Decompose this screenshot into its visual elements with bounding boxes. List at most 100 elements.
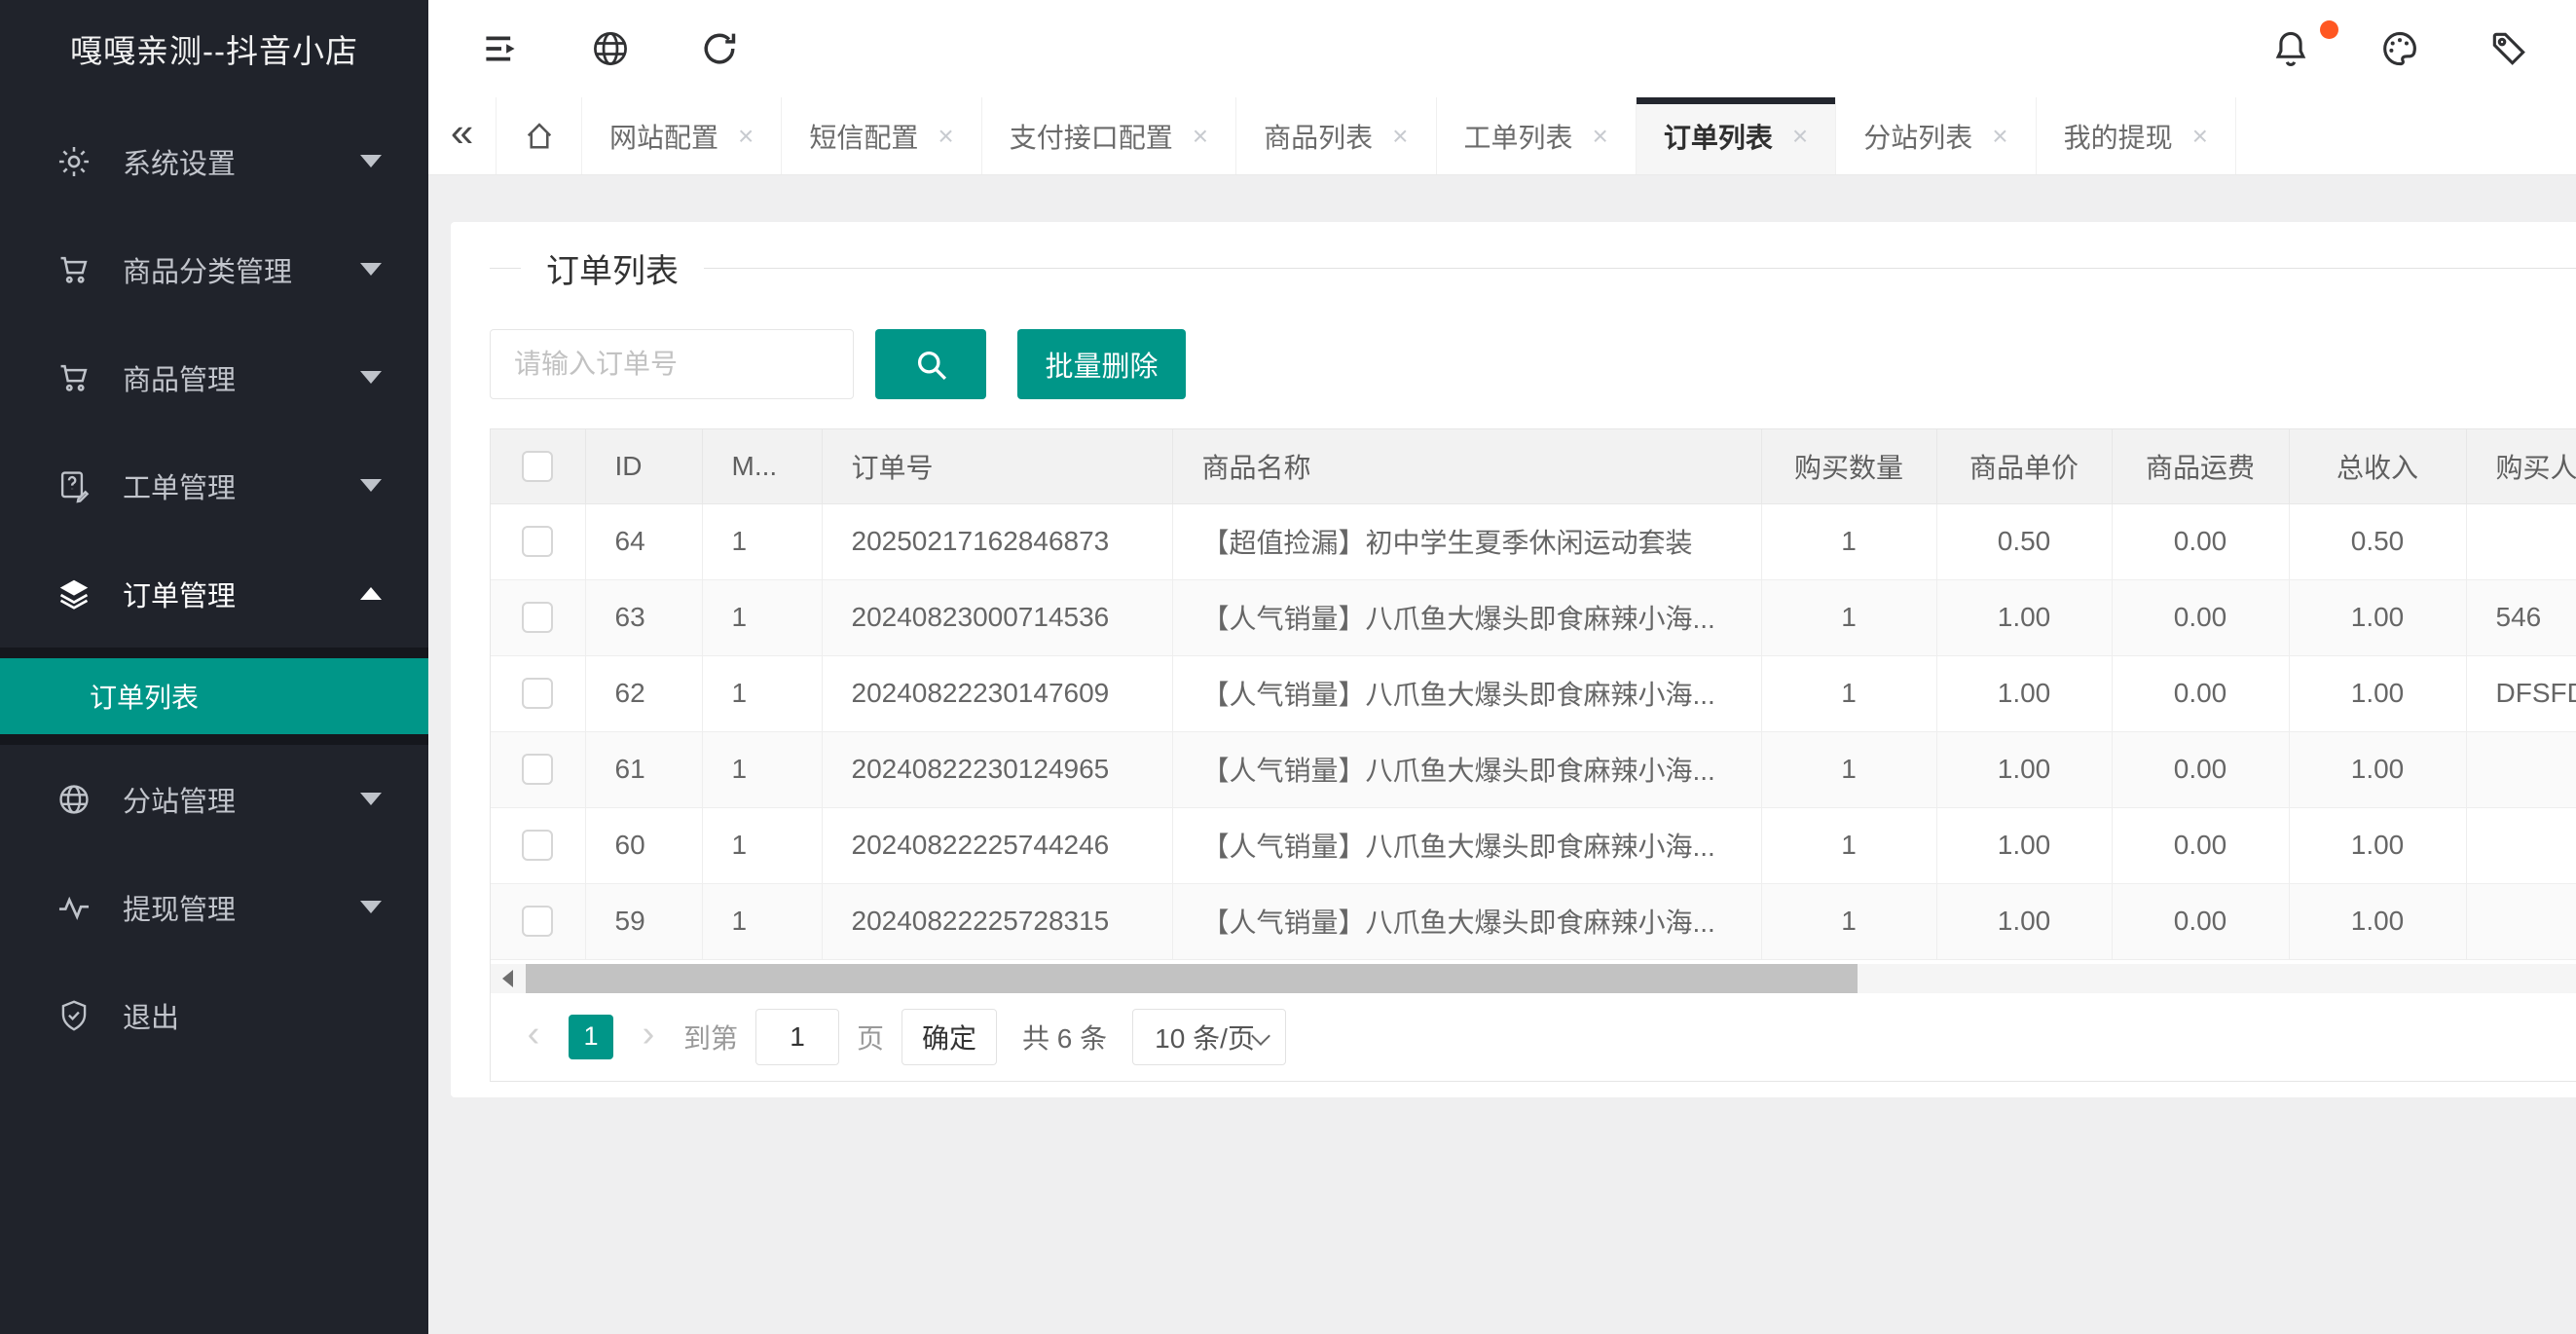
search-button[interactable] <box>875 329 986 399</box>
header-m: M... <box>702 429 822 503</box>
tabs-collapse-button[interactable]: « <box>428 97 497 174</box>
close-icon[interactable]: × <box>1992 123 2007 150</box>
chevron-down-icon <box>360 371 382 384</box>
row-checkbox[interactable] <box>522 526 553 557</box>
table-header-row: ID M... 订单号 商品名称 购买数量 商品单价 商品运费 总收入 购买人 <box>491 429 2576 503</box>
current-page-button[interactable]: 1 <box>569 1015 613 1059</box>
chevron-down-icon <box>360 155 382 167</box>
cell-m: 1 <box>702 883 822 959</box>
tab-product-list[interactable]: 商品列表 × <box>1236 97 1436 174</box>
cell-order-no: 20240822225728315 <box>822 883 1172 959</box>
order-table-container: ID M... 订单号 商品名称 购买数量 商品单价 商品运费 总收入 购买人 <box>490 428 2576 1082</box>
cell-product: 【人气销量】八爪鱼大爆头即食麻辣小海... <box>1172 883 1761 959</box>
notifications-bell-icon[interactable] <box>2268 26 2313 71</box>
theme-palette-icon[interactable] <box>2377 26 2422 71</box>
collapse-menu-icon[interactable] <box>479 26 524 71</box>
pulse-icon <box>55 888 93 927</box>
cell-id: 60 <box>585 807 702 883</box>
row-checkbox[interactable] <box>522 678 553 709</box>
page-size-select[interactable]: 10 条/页 <box>1132 1009 1286 1065</box>
tabbar: « 网站配置 × 短信配置 × 支付接口配置 × 商品列表 × 工单列表 × 订… <box>428 97 2576 175</box>
table-row: 61 1 20240822230124965 【人气销量】八爪鱼大爆头即食麻辣小… <box>491 731 2576 807</box>
row-checkbox[interactable] <box>522 754 553 785</box>
scroll-left-arrow[interactable] <box>491 964 524 993</box>
chevron-up-icon <box>360 587 382 600</box>
cell-id: 61 <box>585 731 702 807</box>
toolbar: 批量删除 <box>490 329 2576 399</box>
batch-delete-button[interactable]: 批量删除 <box>1017 329 1186 399</box>
cell-qty: 1 <box>1761 807 1936 883</box>
cell-income: 0.50 <box>2289 503 2466 579</box>
shield-check-icon <box>55 996 93 1035</box>
cell-qty: 1 <box>1761 655 1936 731</box>
table-row: 63 1 20240823000714536 【人气销量】八爪鱼大爆头即食麻辣小… <box>491 579 2576 655</box>
header-id: ID <box>585 429 702 503</box>
close-icon[interactable]: × <box>1593 123 1608 150</box>
close-icon[interactable]: × <box>1392 123 1408 150</box>
layers-icon <box>55 574 93 613</box>
cell-income: 1.00 <box>2289 579 2466 655</box>
cell-shipping: 0.00 <box>2112 807 2289 883</box>
cell-buyer <box>2466 731 2576 807</box>
sidebar-item-product-category[interactable]: 商品分类管理 <box>0 215 428 323</box>
scrollbar-thumb[interactable] <box>526 964 1858 993</box>
sidebar-item-withdrawal-management[interactable]: 提现管理 <box>0 853 428 961</box>
language-globe-icon[interactable] <box>588 26 633 71</box>
cell-qty: 1 <box>1761 883 1936 959</box>
select-all-checkbox[interactable] <box>522 451 553 482</box>
tab-sms-config[interactable]: 短信配置 × <box>782 97 981 174</box>
cell-m: 1 <box>702 579 822 655</box>
sidebar-item-order-management[interactable]: 订单管理 <box>0 539 428 648</box>
tab-home[interactable] <box>497 97 582 174</box>
cell-qty: 1 <box>1761 503 1936 579</box>
tag-icon[interactable] <box>2486 26 2531 71</box>
tab-website-config[interactable]: 网站配置 × <box>582 97 782 174</box>
refresh-icon[interactable] <box>697 26 742 71</box>
row-checkbox[interactable] <box>522 906 553 937</box>
close-icon[interactable]: × <box>2192 123 2208 150</box>
row-checkbox[interactable] <box>522 830 553 861</box>
cart-icon <box>55 358 93 397</box>
close-icon[interactable]: × <box>938 123 953 150</box>
close-icon[interactable]: × <box>1792 123 1808 150</box>
tab-my-withdrawals[interactable]: 我的提现 × <box>2037 97 2236 174</box>
confirm-page-button[interactable]: 确定 <box>902 1009 997 1065</box>
cell-buyer: DFSFDC <box>2466 655 2576 731</box>
tab-order-list[interactable]: 订单列表 × <box>1637 97 1836 174</box>
tab-payment-config[interactable]: 支付接口配置 × <box>982 97 1236 174</box>
cell-m: 1 <box>702 731 822 807</box>
cell-income: 1.00 <box>2289 807 2466 883</box>
sidebar-item-logout[interactable]: 退出 <box>0 961 428 1069</box>
row-checkbox[interactable] <box>522 602 553 633</box>
left-triangle-icon <box>502 970 513 987</box>
cell-shipping: 0.00 <box>2112 883 2289 959</box>
page-title: 订单列表 <box>546 244 679 292</box>
header-product: 商品名称 <box>1172 429 1761 503</box>
sidebar-subitem-order-list[interactable]: 订单列表 <box>0 658 428 734</box>
header-income: 总收入 <box>2289 429 2466 503</box>
tab-work-order-list[interactable]: 工单列表 × <box>1437 97 1637 174</box>
order-search-input[interactable] <box>490 329 854 399</box>
cell-product: 【人气销量】八爪鱼大爆头即食麻辣小海... <box>1172 807 1761 883</box>
cell-price: 1.00 <box>1936 883 2112 959</box>
header-buyer: 购买人 <box>2466 429 2576 503</box>
close-icon[interactable]: × <box>1193 123 1208 150</box>
close-icon[interactable]: × <box>738 123 754 150</box>
pagination: ‹ 1 › 到第 页 确定 共 6 条 10 条/页 <box>491 993 2576 1081</box>
chevron-down-icon <box>360 263 382 276</box>
logo-title: 嘎嘎亲测--抖音小店 <box>0 0 428 97</box>
prev-page-button[interactable]: ‹ <box>516 1016 551 1058</box>
sidebar-item-work-order[interactable]: 工单管理 <box>0 431 428 539</box>
next-page-button[interactable]: › <box>631 1016 666 1058</box>
page-jump-input[interactable] <box>755 1009 839 1065</box>
cell-qty: 1 <box>1761 579 1936 655</box>
sidebar-item-system-settings[interactable]: 系统设置 <box>0 107 428 215</box>
cell-order-no: 20250217162846873 <box>822 503 1172 579</box>
cell-order-no: 20240822230147609 <box>822 655 1172 731</box>
table-row: 60 1 20240822225744246 【人气销量】八爪鱼大爆头即食麻辣小… <box>491 807 2576 883</box>
sidebar-item-product-management[interactable]: 商品管理 <box>0 323 428 431</box>
total-count-label: 共 6 条 <box>1022 1018 1107 1056</box>
tab-substation-list[interactable]: 分站列表 × <box>1836 97 2036 174</box>
sidebar-item-substation-management[interactable]: 分站管理 <box>0 745 428 853</box>
gear-icon <box>55 142 93 181</box>
